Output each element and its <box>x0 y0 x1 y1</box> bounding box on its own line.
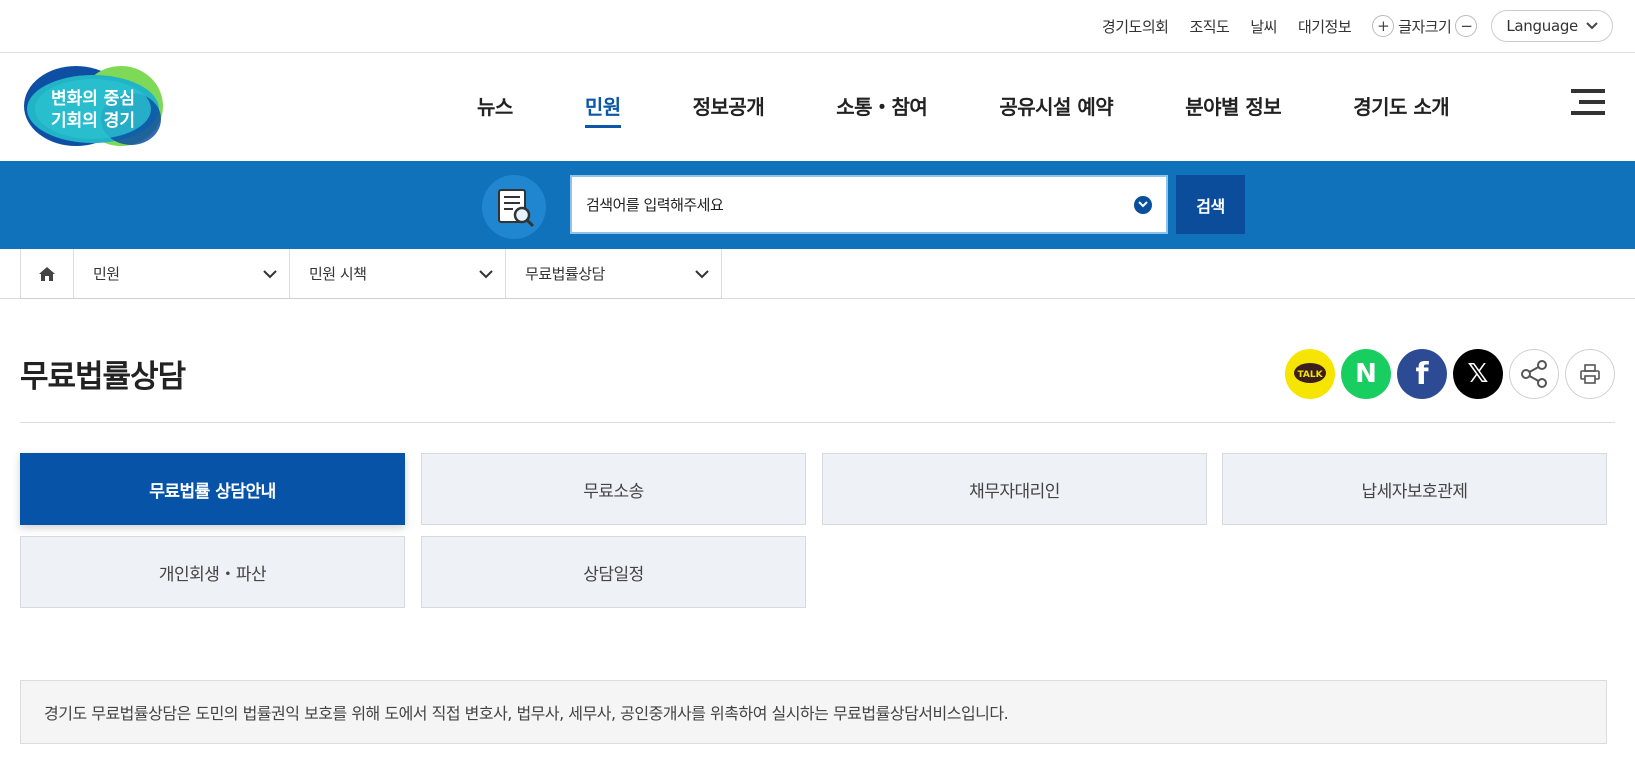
search-button[interactable]: 검색 <box>1176 175 1245 234</box>
site-logo[interactable]: 변화의 중심 기회의 경기 <box>21 64 165 149</box>
document-search-icon <box>482 175 546 239</box>
breadcrumb: 민원 민원 시책 무료법률상담 <box>20 249 722 299</box>
breadcrumb-item-civil[interactable]: 민원 <box>74 249 290 298</box>
chevron-down-icon <box>263 265 277 283</box>
tab-schedule[interactable]: 상담일정 <box>421 536 806 608</box>
search-band: 검색 <box>0 161 1635 249</box>
language-select[interactable]: Language <box>1491 10 1613 42</box>
chevron-down-icon <box>695 265 709 283</box>
facebook-icon: f <box>1415 356 1429 392</box>
breadcrumb-label: 민원 <box>93 265 120 283</box>
search-input[interactable] <box>586 195 1134 214</box>
nav-field-info[interactable]: 분야별 정보 <box>1185 91 1281 128</box>
chevron-down-icon <box>479 265 493 283</box>
page-title: 무료법률상담 <box>20 359 186 395</box>
logo-line1: 변화의 중심 <box>51 89 135 109</box>
x-icon: 𝕏 <box>1467 359 1489 389</box>
tab-debtor-agent[interactable]: 채무자대리인 <box>822 453 1207 525</box>
breadcrumb-label: 민원 시책 <box>309 265 367 283</box>
link-org-chart[interactable]: 조직도 <box>1189 16 1229 37</box>
header: 변화의 중심 기회의 경기 뉴스 민원 정보공개 소통・참여 공유시설 예약 분… <box>0 53 1635 161</box>
global-nav: 뉴스 민원 정보공개 소통・참여 공유시설 예약 분야별 정보 경기도 소개 <box>477 91 1521 128</box>
nav-news[interactable]: 뉴스 <box>477 91 513 128</box>
logo-line2: 기회의 경기 <box>51 111 135 131</box>
kakao-label: TALK <box>1297 370 1323 380</box>
utility-bar: 경기도의회 조직도 날씨 대기정보 + 글자크기 − Language <box>0 0 1635 53</box>
nav-info-disclosure[interactable]: 정보공개 <box>693 91 765 128</box>
share-buttons: TALK N f 𝕏 <box>1279 349 1615 399</box>
language-label: Language <box>1506 17 1578 35</box>
naver-share-button[interactable]: N <box>1341 349 1391 399</box>
font-increase-button[interactable]: + <box>1372 15 1395 37</box>
font-size-label: 글자크기 <box>1398 17 1452 36</box>
link-assembly[interactable]: 경기도의회 <box>1102 16 1169 37</box>
font-decrease-button[interactable]: − <box>1455 15 1478 37</box>
link-weather[interactable]: 날씨 <box>1250 16 1277 37</box>
tab-consultation-guide[interactable]: 무료법률 상담안내 <box>20 453 405 525</box>
chevron-down-icon <box>1586 20 1598 33</box>
nav-about[interactable]: 경기도 소개 <box>1353 91 1449 128</box>
notice-text: 경기도 무료법률상담은 도민의 법률권익 보호를 위해 도에서 직접 변호사, … <box>44 704 1009 723</box>
breadcrumb-bar: 민원 민원 시책 무료법률상담 <box>0 249 1635 299</box>
breadcrumb-item-policy[interactable]: 민원 시책 <box>290 249 506 298</box>
naver-icon: N <box>1355 359 1377 389</box>
nav-civil-service[interactable]: 민원 <box>584 91 621 128</box>
facebook-share-button[interactable]: f <box>1397 349 1447 399</box>
breadcrumb-item-legal[interactable]: 무료법률상담 <box>506 249 722 298</box>
tab-free-lawsuit[interactable]: 무료소송 <box>421 453 806 525</box>
title-row: 무료법률상담 TALK N f 𝕏 <box>20 299 1615 423</box>
font-size-control: + 글자크기 − <box>1372 15 1478 37</box>
tab-rehabilitation-bankruptcy[interactable]: 개인회생・파산 <box>20 536 405 608</box>
home-icon[interactable] <box>21 249 74 298</box>
nav-participation[interactable]: 소통・참여 <box>836 91 928 128</box>
share-icon[interactable] <box>1509 349 1559 399</box>
chevron-down-icon[interactable] <box>1134 195 1152 214</box>
search-field <box>570 175 1168 234</box>
intro-notice: 경기도 무료법률상담은 도민의 법률권익 보호를 위해 도에서 직접 변호사, … <box>20 680 1607 744</box>
kakao-share-button[interactable]: TALK <box>1285 349 1335 399</box>
menu-icon[interactable] <box>1571 89 1605 115</box>
nav-facility-booking[interactable]: 공유시설 예약 <box>999 91 1113 128</box>
link-air-quality[interactable]: 대기정보 <box>1298 16 1352 37</box>
breadcrumb-label: 무료법률상담 <box>525 265 605 283</box>
tab-taxpayer-protection[interactable]: 납세자보호관제 <box>1222 453 1607 525</box>
print-icon[interactable] <box>1565 349 1615 399</box>
x-share-button[interactable]: 𝕏 <box>1453 349 1503 399</box>
